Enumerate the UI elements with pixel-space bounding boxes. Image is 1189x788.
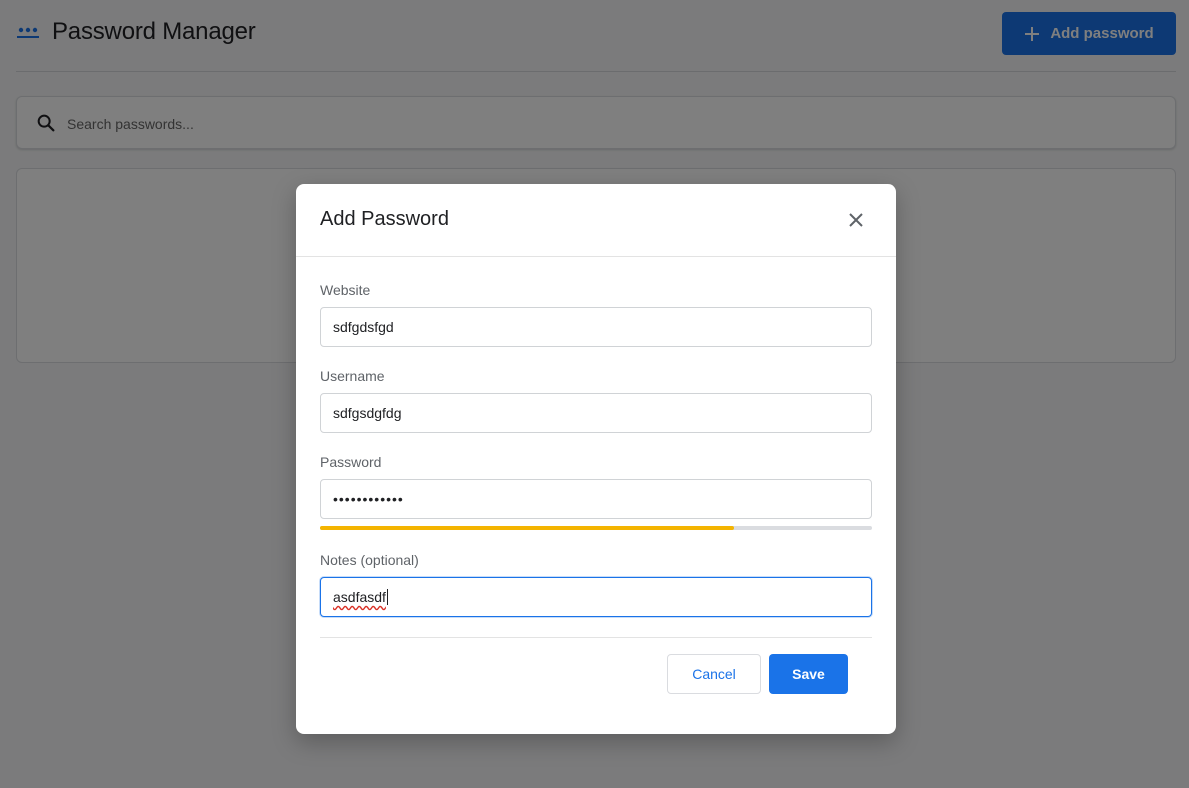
notes-value: asdfasdf — [333, 589, 386, 605]
dialog-footer-divider — [320, 637, 872, 638]
notes-field[interactable]: asdfasdf — [320, 577, 872, 617]
close-icon — [849, 213, 863, 227]
password-strength-meter — [320, 526, 872, 530]
website-field[interactable] — [320, 307, 872, 347]
website-label: Website — [320, 282, 371, 298]
close-button[interactable] — [846, 210, 866, 230]
dialog-title: Add Password — [320, 208, 449, 230]
password-strength-fill — [320, 526, 734, 530]
notes-label: Notes (optional) — [320, 552, 419, 568]
password-field[interactable] — [320, 479, 872, 519]
username-field[interactable] — [320, 393, 872, 433]
cancel-button[interactable]: Cancel — [667, 654, 761, 694]
password-label: Password — [320, 454, 382, 470]
dialog-header: Add Password — [296, 184, 896, 257]
save-button[interactable]: Save — [769, 654, 848, 694]
add-password-dialog: Add Password Website Username Password N… — [296, 184, 896, 734]
username-label: Username — [320, 368, 385, 384]
text-cursor — [386, 589, 388, 605]
